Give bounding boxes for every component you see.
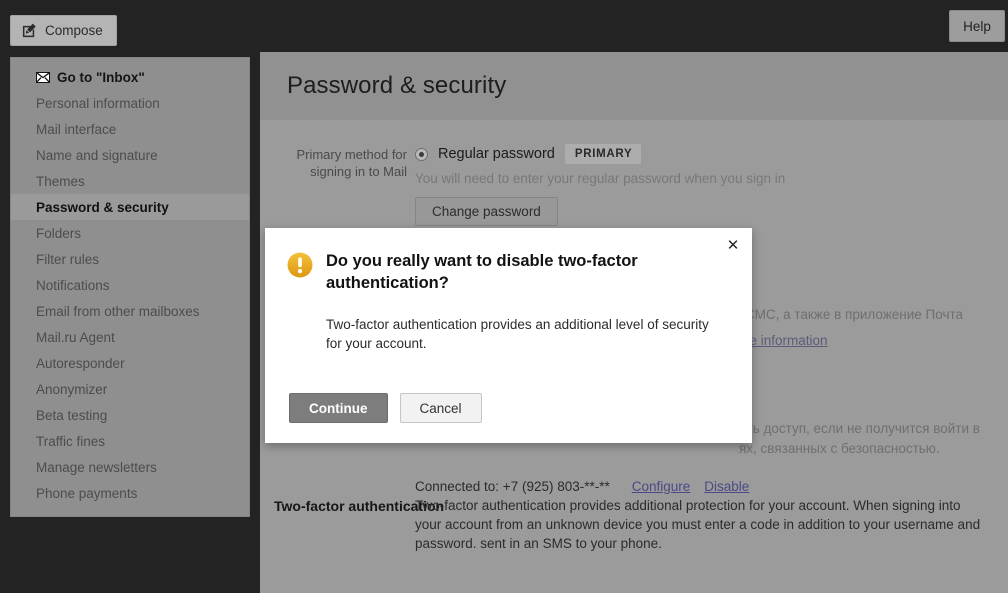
recovery-note-line-1: ить доступ, если не получится войти в [739, 421, 980, 436]
sidebar-item-label: Go to "Inbox" [57, 69, 145, 85]
sidebar-item-label: Anonymizer [36, 381, 108, 397]
dialog-header: Do you really want to disable two-factor… [287, 250, 717, 294]
sidebar-item-label: Manage newsletters [36, 459, 157, 475]
sidebar-item-autoresponder[interactable]: Autoresponder [11, 350, 249, 376]
connected-to-text: Connected to: +7 (925) 803-**-** [415, 479, 610, 494]
continue-label: Continue [309, 400, 368, 416]
continue-button[interactable]: Continue [289, 393, 388, 423]
cancel-label: Cancel [419, 400, 462, 416]
settings-sidebar: Go to "Inbox" Personal information Mail … [10, 57, 250, 517]
sidebar-item-notifications[interactable]: Notifications [11, 272, 249, 298]
primary-method-row: Regular password PRIMARY You will need t… [415, 144, 785, 226]
change-password-button[interactable]: Change password [415, 197, 558, 226]
primary-method-label: Primary method for signing in to Mail [277, 146, 407, 180]
warning-exclamation-icon [287, 252, 313, 278]
radio-regular-password[interactable] [415, 147, 428, 161]
close-glyph: ✕ [726, 237, 740, 254]
cancel-button[interactable]: Cancel [399, 393, 482, 423]
close-icon[interactable]: ✕ [722, 234, 744, 256]
sidebar-item-themes[interactable]: Themes [11, 168, 249, 194]
change-password-label: Change password [432, 204, 541, 219]
sidebar-item-label: Filter rules [36, 251, 100, 267]
sidebar-item-label: Autoresponder [36, 355, 125, 371]
sidebar-item-mail-interface[interactable]: Mail interface [11, 116, 249, 142]
help-label: Help [963, 18, 991, 34]
sidebar-item-label: Password & security [36, 199, 169, 215]
sidebar-item-beta-testing[interactable]: Beta testing [11, 402, 249, 428]
sms-note-text: СМС, а также в приложение Почта [745, 307, 964, 322]
sidebar-item-label: Folders [36, 225, 82, 241]
two-factor-details: Connected to: +7 (925) 803-**-** Configu… [415, 477, 985, 553]
edit-pencil-icon [22, 23, 36, 38]
sidebar-item-label: Phone payments [36, 485, 138, 501]
sidebar-item-folders[interactable]: Folders [11, 220, 249, 246]
sidebar-item-go-to-inbox[interactable]: Go to "Inbox" [11, 64, 249, 90]
app-root: Compose Help Go to "Inbox" Personal info… [0, 0, 1008, 593]
sidebar-item-filter-rules[interactable]: Filter rules [11, 246, 249, 272]
sidebar-item-manage-newsletters[interactable]: Manage newsletters [11, 454, 249, 480]
envelope-icon [36, 71, 50, 83]
regular-password-label: Regular password [438, 146, 555, 162]
recovery-note-line-2: ях, связанных с безопасностью. [739, 441, 940, 456]
configure-link[interactable]: Configure [632, 477, 691, 496]
page-title: Password & security [287, 72, 507, 99]
sidebar-item-label: Beta testing [36, 407, 108, 423]
sidebar-item-label: Notifications [36, 277, 110, 293]
help-button[interactable]: Help [949, 10, 1005, 42]
sidebar-item-password-and-security[interactable]: Password & security [11, 194, 249, 220]
sidebar-item-label: Personal information [36, 95, 160, 111]
sidebar-item-phone-payments[interactable]: Phone payments [11, 480, 249, 506]
sidebar-item-personal-information[interactable]: Personal information [11, 90, 249, 116]
primary-method-description: You will need to enter your regular pass… [415, 171, 786, 186]
more-information-link[interactable]: re information [745, 331, 828, 351]
compose-button[interactable]: Compose [10, 15, 117, 46]
status-badge-primary: PRIMARY [564, 144, 642, 164]
sidebar-item-label: Mail.ru Agent [36, 329, 115, 345]
sidebar-item-traffic-fines[interactable]: Traffic fines [11, 428, 249, 454]
disable-link[interactable]: Disable [704, 477, 749, 496]
disable-two-factor-dialog: ✕ Do you really want to disable two-fact… [265, 228, 752, 443]
sidebar-item-label: Mail interface [36, 121, 117, 137]
primary-method-option[interactable]: Regular password PRIMARY [415, 144, 785, 164]
dialog-body-text: Two-factor authentication provides an ad… [326, 317, 709, 351]
sidebar-item-label: Traffic fines [36, 433, 106, 449]
dialog-actions: Continue Cancel [289, 393, 482, 423]
sidebar-item-label: Name and signature [36, 147, 158, 163]
primary-method-label-text: Primary method for signing in to Mail [296, 147, 407, 179]
sidebar-item-mail-ru-agent[interactable]: Mail.ru Agent [11, 324, 249, 350]
compose-label: Compose [45, 23, 103, 38]
sidebar-item-name-and-signature[interactable]: Name and signature [11, 142, 249, 168]
sidebar-item-anonymizer[interactable]: Anonymizer [11, 376, 249, 402]
sidebar-item-label: Email from other mailboxes [36, 303, 200, 319]
sidebar-item-label: Themes [36, 173, 85, 189]
top-bar: Compose Help [0, 0, 1008, 52]
two-factor-description: Two-factor authentication provides addit… [415, 498, 981, 551]
sidebar-item-email-from-other-mailboxes[interactable]: Email from other mailboxes [11, 298, 249, 324]
dialog-title: Do you really want to disable two-factor… [326, 252, 638, 292]
